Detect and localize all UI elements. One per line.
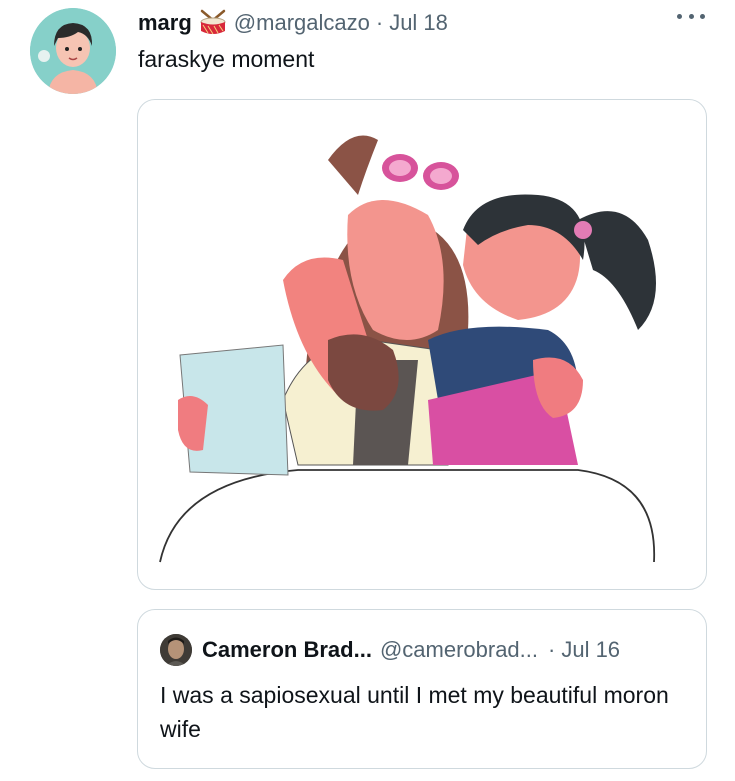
- author-handle[interactable]: @margalcazo: [234, 10, 370, 36]
- quoted-author-handle[interactable]: @camerobrad...: [380, 637, 538, 663]
- dot-separator: ·: [548, 637, 556, 662]
- quoted-author-avatar[interactable]: [160, 634, 192, 666]
- illustration-image-icon: [159, 135, 656, 563]
- tweet-header: marg @margalcazo · Jul 18: [138, 8, 448, 38]
- dot-separator: ·: [375, 10, 384, 35]
- author-name[interactable]: marg: [138, 10, 192, 36]
- drum-icon: [198, 9, 228, 37]
- avatar-photo-icon: [160, 634, 192, 666]
- quoted-tweet-header: Cameron Brad... @camerobrad... · Jul 16: [160, 634, 620, 666]
- quoted-tweet-card[interactable]: Cameron Brad... @camerobrad... · Jul 16 …: [137, 609, 707, 769]
- tweet-date[interactable]: Jul 18: [389, 10, 448, 36]
- quoted-tweet-text: I was a sapiosexual until I met my beaut…: [160, 682, 669, 742]
- tweet-text: faraskye moment: [138, 46, 315, 72]
- avatar-illustration-icon: [30, 8, 116, 94]
- more-options-icon[interactable]: [677, 6, 705, 26]
- quoted-author-name[interactable]: Cameron Brad...: [202, 637, 372, 663]
- tweet-media-image[interactable]: [137, 99, 707, 590]
- quoted-tweet-date[interactable]: Jul 16: [561, 637, 620, 663]
- author-avatar[interactable]: [30, 8, 116, 94]
